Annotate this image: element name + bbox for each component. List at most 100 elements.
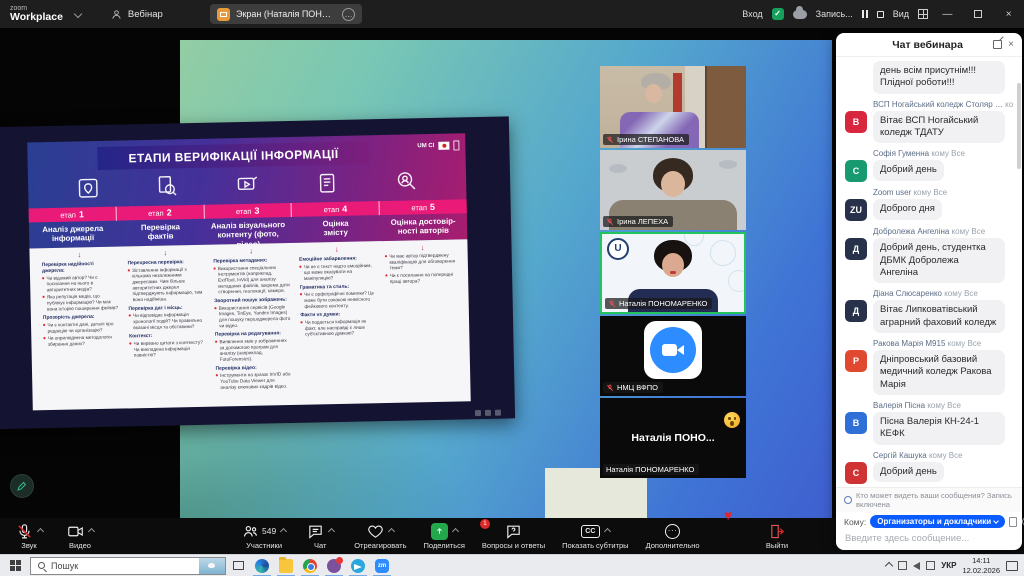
stop-recording-button[interactable] <box>877 11 884 18</box>
toolbar-participants-button[interactable]: 549Участники <box>242 523 286 550</box>
chevron-up-icon[interactable] <box>388 527 395 534</box>
chat-sender-line: Валерія Пісна кому Все <box>873 401 1013 410</box>
college-emblem: U <box>607 238 629 260</box>
search-input[interactable]: Пошук <box>30 557 226 575</box>
slide-column: ↓Емоційне забарвлення:Чи не є текст надт… <box>299 243 378 407</box>
edge-icon[interactable] <box>250 555 274 576</box>
toolbar-video-button[interactable]: Видео <box>63 523 97 550</box>
stage-title-line: фактів <box>119 231 203 242</box>
ribbon-stage: етап2 <box>116 205 204 221</box>
chevron-up-icon[interactable] <box>328 527 335 534</box>
chevron-up-icon[interactable] <box>604 527 611 534</box>
view-button-label[interactable]: Вид <box>893 9 909 19</box>
sender-to: кому Все <box>952 227 986 236</box>
column-heading: Перевірка дат і місць: <box>128 304 204 312</box>
bullet-text: Чи подається інформація як факт, але нас… <box>305 318 377 337</box>
chat-message: Діана Слюсаренко кому ВсеДВітає Липковат… <box>845 289 1013 333</box>
login-button[interactable]: Вход <box>742 9 762 19</box>
toolbar-chat-button[interactable]: Чат <box>303 523 337 550</box>
column-heading: Перехресна перевірка: <box>128 258 204 266</box>
chevron-up-icon[interactable] <box>452 527 459 534</box>
chevron-down-icon[interactable] <box>74 10 82 18</box>
video-tile-self[interactable]: Наталія ПОНО... Наталія ПОНОМАРЕНКО <box>600 398 746 478</box>
chat-input[interactable]: Введите здесь сообщение... <box>836 530 1022 550</box>
bullet-text: Чи не є текст надто емоційним, що може в… <box>304 262 376 281</box>
chat-message-row: ВВітає ВСП Ногайський коледж ТДАТУ <box>845 111 1013 144</box>
search-placeholder: Пошук <box>51 561 78 571</box>
chat-message-row: РДніпровський базовий медичний коледж Ра… <box>845 350 1013 395</box>
sender-to: кому Все <box>913 188 947 197</box>
security-shield-icon[interactable]: ✓ <box>772 8 784 20</box>
chat-message: Софія Гуменна кому ВсеСДобрий день <box>845 149 1013 182</box>
toolbar-qa-icon <box>505 523 522 540</box>
titlebar-right: Вход ✓ Запись... Вид <box>742 0 928 28</box>
start-button[interactable] <box>0 555 30 576</box>
chat-header: Чат вебинара × <box>836 33 1022 57</box>
stage-tag: етап <box>236 206 252 215</box>
action-center-icon[interactable] <box>1006 561 1018 571</box>
presentation-slide-frame: ЕТАПИ ВЕРИФІКАЦІЇ ІНФОРМАЦІЇ UM CI етап1… <box>0 116 515 429</box>
avatar: В <box>845 412 867 434</box>
chat-sender-line: Сергій Кашука кому Все <box>873 451 1013 460</box>
column-heading: Прозорість джерела: <box>43 313 119 321</box>
language-indicator[interactable]: УКР <box>941 561 956 570</box>
tray-icon-1[interactable] <box>898 561 907 570</box>
toolbar-react-button[interactable]: Отреагировать <box>354 523 406 550</box>
chat-message-row: ДДобрий день, студентка ДБМК Добролежа А… <box>845 238 1013 283</box>
sender-name: Zoom user <box>873 188 913 197</box>
task-view-button[interactable] <box>226 561 250 570</box>
view-grid-icon[interactable] <box>918 9 928 19</box>
viber-icon[interactable] <box>322 555 346 576</box>
annotate-button[interactable] <box>10 474 34 498</box>
popout-icon[interactable] <box>993 40 1002 49</box>
show-hidden-icons[interactable] <box>885 561 893 569</box>
toolbar-share-button[interactable]: Поделиться <box>424 523 465 550</box>
explorer-icon[interactable] <box>274 555 298 576</box>
toolbar-audio-button[interactable]: Звук <box>12 523 46 550</box>
chevron-up-icon[interactable] <box>280 527 287 534</box>
chat-sender-line: Ракова Марія М915 кому Все <box>873 339 1013 348</box>
chevron-up-icon[interactable] <box>87 527 94 534</box>
search-highlight-image[interactable] <box>199 558 225 574</box>
zoom-icon[interactable]: zm <box>370 555 394 576</box>
sender-name: Валерія Пісна <box>873 401 927 410</box>
video-tile-stepanova[interactable]: Ірина СТЕПАНОВА <box>600 66 746 148</box>
column-bullet: Чи відповідає інформація хронології поді… <box>129 311 205 330</box>
attach-file-icon[interactable] <box>1009 517 1017 527</box>
chat-privacy-notice: Кто может видеть ваши сообщения? Запись … <box>836 487 1022 512</box>
chat-scrollbar[interactable] <box>1017 83 1021 169</box>
bullet-text: Чи оприлюднена методологія збирання дани… <box>48 334 120 347</box>
chat-sender-line: Діана Слюсаренко кому Все <box>873 289 1013 298</box>
maximize-button[interactable] <box>963 0 994 28</box>
pencil-icon <box>16 480 28 492</box>
audience-selector[interactable]: Организаторы и докладчики <box>870 515 1005 528</box>
ribbon-stage: етап3 <box>204 203 292 219</box>
speaker-icon[interactable] <box>913 562 920 570</box>
leave-button[interactable]: Выйти <box>760 523 794 550</box>
close-button[interactable]: × <box>993 0 1024 28</box>
video-tile-ponomarenko[interactable]: U Наталія ПОНОМАРЕНКО <box>600 232 746 314</box>
clock[interactable]: 14:11 12.02.2026 <box>962 556 1000 575</box>
column-heading: Емоційне забарвлення: <box>299 255 375 263</box>
tray-icon-2[interactable] <box>926 561 935 570</box>
bullet-text: Чи є контактні дані, деталі про редакцію… <box>47 321 119 334</box>
video-tile-nmc[interactable]: НМЦ ВФПО <box>600 316 746 396</box>
share-more-icon[interactable]: … <box>342 8 355 21</box>
avatar: ZU <box>845 199 867 221</box>
pause-recording-button[interactable] <box>862 10 868 18</box>
tab-webinar[interactable]: Вебінар <box>111 9 163 20</box>
minimize-button[interactable]: — <box>932 0 963 28</box>
muted-mic-icon <box>608 300 616 308</box>
toolbar-button-label: Отреагировать <box>354 541 406 550</box>
toolbar-cc-button[interactable]: CCПоказать субтитры <box>562 523 628 550</box>
telegram-icon[interactable] <box>346 555 370 576</box>
participant-name: Наталія ПОНОМАРЕНКО <box>606 465 694 474</box>
toolbar-more-button[interactable]: ···Дополнительно <box>646 523 700 550</box>
close-chat-icon[interactable]: × <box>1008 39 1014 50</box>
chrome-icon[interactable] <box>298 555 322 576</box>
toolbar-qa-button[interactable]: Вопросы и ответы1 <box>482 523 545 550</box>
screen-share-indicator[interactable]: Экран (Наталія ПОНОМАРЕНКО … <box>210 4 362 24</box>
chevron-up-icon[interactable] <box>36 527 43 534</box>
video-tile-lepekha[interactable]: Ірина ЛЕПЕХА <box>600 150 746 230</box>
chat-bubble: день всім присутнім!!! Плідної роботи!!! <box>873 61 1005 94</box>
